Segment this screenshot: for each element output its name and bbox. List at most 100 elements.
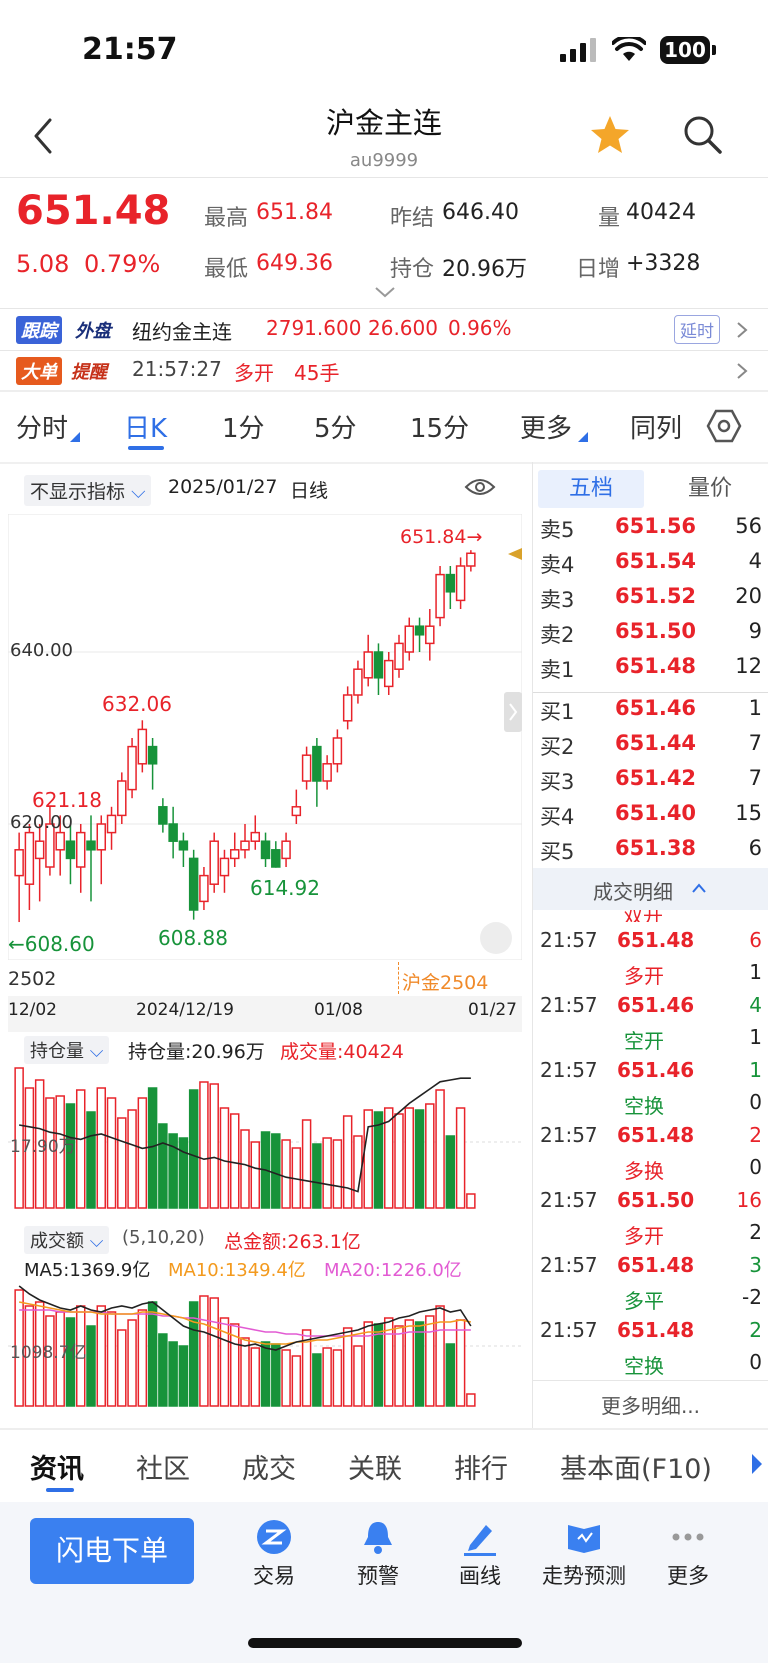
bell-alert-icon[interactable] — [328, 1517, 428, 1561]
candle-body — [75, 831, 86, 868]
ask-price: 651.56 — [615, 514, 697, 538]
trade-row: 21:57 651.48 2 多换 0 — [540, 1121, 762, 1183]
volume-bar — [414, 1109, 425, 1209]
tab-five-levels[interactable]: 五档 — [538, 470, 644, 508]
more-dots-icon[interactable] — [638, 1517, 738, 1561]
big-order-row[interactable]: 大单 提醒 21:57:27 多开 45手 — [0, 352, 768, 388]
action-more[interactable]: 更多 — [638, 1560, 738, 1590]
bid-row[interactable]: 买1 651.46 1 — [540, 696, 762, 730]
fullscreen-icon[interactable] — [480, 922, 512, 954]
tab-same-column[interactable]: 同列 — [630, 408, 682, 445]
daily-change-value: +3328 — [626, 251, 701, 276]
amount-bar — [147, 1301, 158, 1407]
bid-label: 买1 — [540, 700, 575, 724]
tab-community[interactable]: 社区 — [136, 1447, 190, 1486]
amount-bar — [250, 1347, 261, 1407]
search-icon[interactable] — [682, 114, 724, 156]
tab-related[interactable]: 关联 — [348, 1447, 402, 1486]
bid-row[interactable]: 买3 651.42 7 — [540, 766, 762, 800]
eye-icon[interactable] — [464, 476, 496, 498]
expand-chevron-icon[interactable] — [374, 286, 396, 298]
oi-selector[interactable]: 持仓量 ⌵ — [24, 1036, 110, 1064]
ask-row[interactable]: 卖3 651.52 20 — [540, 584, 762, 618]
amount-bar — [353, 1345, 363, 1407]
favorite-star-icon[interactable] — [588, 114, 632, 156]
bid-row[interactable]: 买2 651.44 7 — [540, 731, 762, 765]
action-trade[interactable]: 交易 — [224, 1560, 324, 1590]
candle-body — [106, 814, 117, 834]
action-alert[interactable]: 预警 — [328, 1560, 428, 1590]
tab-5min[interactable]: 5分 — [314, 408, 357, 445]
external-market-row[interactable]: 跟踪 外盘 纽约金主连 2791.600 26.600 0.96% 延时 — [0, 310, 768, 348]
delay-badge: 延时 — [674, 315, 720, 344]
tab-1min[interactable]: 1分 — [222, 408, 265, 445]
amount-bar — [342, 1327, 353, 1407]
annotation-608-left: ←608.60 — [8, 932, 95, 956]
chevron-down-icon: ⌵ — [89, 1231, 104, 1252]
flash-order-button[interactable]: 闪电下单 — [30, 1518, 194, 1584]
amount-selector[interactable]: 成交额 ⌵ — [24, 1226, 110, 1254]
low-value: 649.36 — [256, 251, 333, 276]
indicator-selector[interactable]: 不显示指标 ⌵ — [24, 475, 152, 506]
amount-bar — [425, 1315, 435, 1407]
tab-fundamentals[interactable]: 基本面(F10) — [560, 1447, 712, 1486]
bid-price: 651.44 — [615, 731, 697, 755]
more-details-link[interactable]: 更多明细... — [533, 1390, 768, 1419]
volume-bar — [137, 1097, 148, 1209]
ask-price: 651.48 — [615, 654, 697, 678]
tab-15min[interactable]: 15分 — [410, 408, 469, 445]
tab-volume-price[interactable]: 量价 — [660, 470, 760, 508]
book-forecast-icon[interactable] — [534, 1517, 634, 1561]
bid-row[interactable]: 买5 651.38 6 — [540, 836, 762, 870]
candle-body — [455, 565, 466, 602]
bid-price: 651.38 — [615, 836, 697, 860]
tab-news[interactable]: 资讯 — [30, 1447, 84, 1486]
amount-bar — [445, 1343, 456, 1407]
tabs-divider — [0, 462, 768, 464]
volume-text: 成交量:40424 — [280, 1041, 404, 1063]
amount-bar — [291, 1355, 302, 1407]
candle-body — [219, 857, 230, 877]
scroll-right-triangle-icon[interactable] — [750, 1452, 764, 1476]
oi-selector-label: 持仓量 — [30, 1041, 84, 1062]
ask-row[interactable]: 卖5 651.56 56 — [540, 514, 762, 548]
tab-daily-k[interactable]: 日K — [124, 408, 167, 445]
tab-ranking[interactable]: 排行 — [454, 1447, 508, 1486]
bigorder-divider — [0, 390, 768, 392]
volume-bar — [342, 1115, 353, 1209]
trade-price: 651.48 — [617, 1253, 695, 1277]
ask-volume: 56 — [735, 514, 762, 538]
candle-body — [199, 874, 209, 903]
candle-body — [312, 745, 322, 782]
candle-body — [383, 659, 394, 688]
amount-bar — [117, 1329, 127, 1407]
ask-row[interactable]: 卖4 651.54 4 — [540, 549, 762, 583]
ask-price: 651.50 — [615, 619, 697, 643]
date-label-2: 01/08 — [314, 1000, 363, 1020]
ask-row[interactable]: 卖1 651.48 12 — [540, 654, 762, 688]
ma20-label: MA20:1226.0亿 — [324, 1260, 462, 1281]
amount-bar — [178, 1345, 189, 1407]
volume-bar — [445, 1135, 456, 1209]
trade-type: 多开 — [624, 1224, 664, 1248]
expand-handle[interactable] — [504, 692, 522, 732]
battery-indicator: 100 — [660, 36, 710, 64]
trade-oi-change: 1 — [749, 960, 762, 984]
amount-bar — [209, 1297, 219, 1407]
action-draw[interactable]: 画线 — [430, 1560, 530, 1590]
tab-intraday[interactable]: 分时 — [16, 408, 68, 445]
tab-trades[interactable]: 成交 — [242, 1447, 296, 1486]
ask-row[interactable]: 卖2 651.50 9 — [540, 619, 762, 653]
ma5-label: MA5:1369.9亿 — [24, 1260, 151, 1281]
chevron-down-icon: ⌵ — [131, 481, 146, 503]
trade-icon[interactable] — [224, 1517, 324, 1561]
trade-detail-header[interactable]: 成交明细 — [533, 868, 768, 910]
trade-type: 空换 — [624, 1354, 664, 1378]
bid-row[interactable]: 买4 651.40 15 — [540, 801, 762, 835]
settings-hexagon-icon[interactable] — [706, 408, 742, 444]
contract-label-right: 沪金2504 — [402, 972, 489, 994]
action-forecast[interactable]: 走势预测 — [534, 1560, 634, 1590]
trade-price: 651.48 — [617, 928, 695, 952]
pen-draw-icon[interactable] — [430, 1517, 530, 1561]
tab-more[interactable]: 更多 — [520, 408, 572, 445]
